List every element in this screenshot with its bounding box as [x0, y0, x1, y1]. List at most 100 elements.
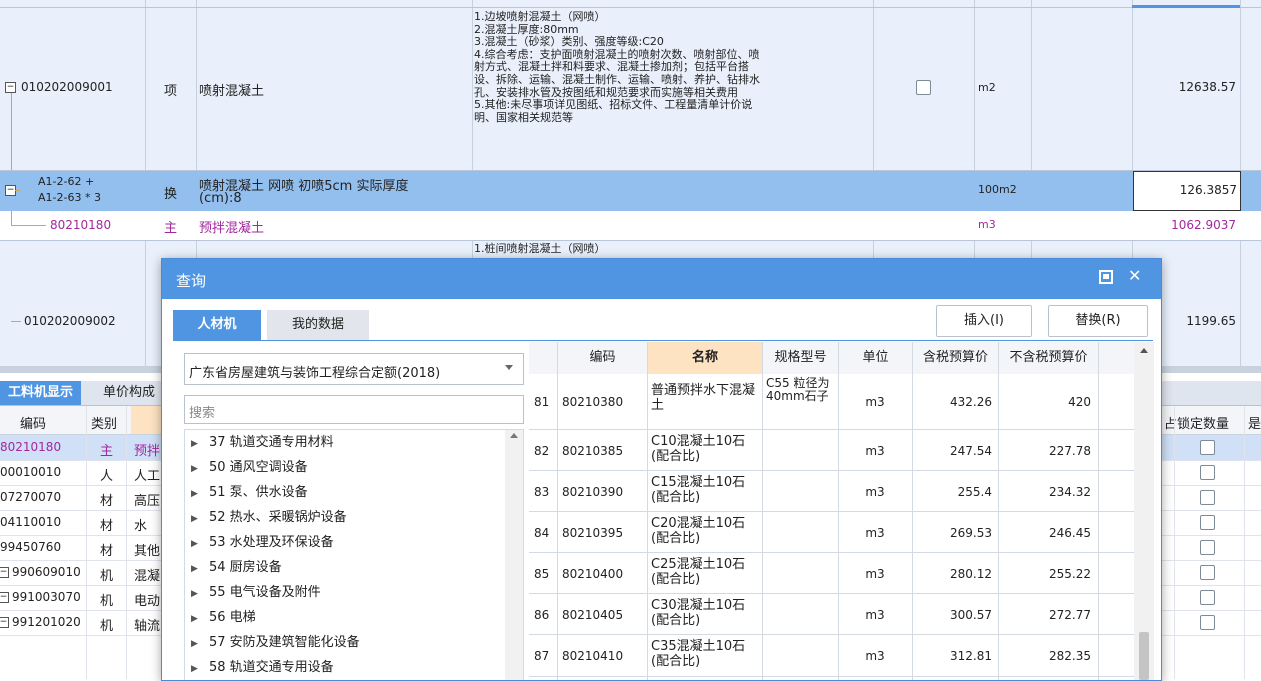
col-price-tax[interactable]: 含税预算价	[912, 342, 998, 374]
price-without-tax: 234.32	[1049, 485, 1091, 499]
tree-item[interactable]: ▶ 58 轨道交通专用设备	[191, 655, 334, 680]
lock-qty-checkbox[interactable]	[1200, 615, 1215, 630]
table-row[interactable]: 81 80210380 普通预拌水下混凝土 C55 粒径为40mm石子 m3 432.26…	[529, 374, 1154, 430]
chevron-right-icon: ▶	[191, 589, 198, 599]
col-spec[interactable]: 规格型号	[762, 342, 838, 374]
bill-unit: m2	[978, 81, 996, 94]
table-row[interactable]: 84 80210395 C20混凝土10石(配合比) m3 269.53 246.45	[529, 512, 1154, 553]
table-row[interactable]: 82 80210385 C10混凝土10石(配合比) m3 247.54 227.78	[529, 430, 1154, 471]
col-code[interactable]: 编码	[557, 342, 647, 374]
tab-unit-price[interactable]: 单价构成	[95, 381, 163, 405]
resource-name: 预拌	[134, 444, 161, 459]
tree-item[interactable]: ▶ 55 电气设备及附件	[191, 580, 321, 605]
lock-qty-checkbox[interactable]	[1200, 515, 1215, 530]
resource-code: 991003070	[12, 590, 81, 604]
replace-button[interactable]: 替换(R)	[1048, 305, 1148, 337]
col-more: 是	[1248, 417, 1261, 432]
tab-my-data[interactable]: 我的数据	[267, 310, 369, 340]
collapse-icon[interactable]: −	[0, 567, 9, 578]
resource-type: 材	[100, 494, 114, 509]
tree-scrollbar[interactable]	[505, 430, 523, 680]
scroll-up-icon	[1140, 348, 1148, 353]
table-row[interactable]: 83 80210390 C15混凝土10石(配合比) m3 255.4 234.32	[529, 471, 1154, 512]
table-row[interactable]: 87 80210410 C35混凝土10石(配合比) m3 312.81 282.35	[529, 635, 1154, 677]
col-unit[interactable]: 单位	[838, 342, 912, 374]
price-with-tax: 255.4	[957, 485, 992, 499]
material-unit: m3	[865, 649, 885, 663]
tree-item[interactable]: ▶ 51 泵、供水设备	[191, 480, 308, 505]
tree-item[interactable]: ▶ 53 水处理及环保设备	[191, 530, 334, 555]
material-name: 预拌混凝土	[199, 221, 265, 236]
resource-type: 机	[100, 594, 114, 609]
material-code: 80210180	[50, 218, 112, 232]
maximize-icon[interactable]	[1099, 270, 1113, 284]
tree-item[interactable]: ▶ 57 安防及建筑智能化设备	[191, 630, 360, 655]
material-row[interactable]: 80210180 主 预拌混凝土 m3 1062.9037	[0, 211, 1261, 241]
price-with-tax: 432.26	[950, 395, 992, 409]
material-name: C25混凝土10石(配合比)	[651, 557, 746, 587]
dialog-titlebar[interactable]: 查询 ✕	[162, 259, 1161, 299]
table-row[interactable]: 86 80210405 C30混凝土10石(配合比) m3 300.57 272.77	[529, 594, 1154, 635]
row-number: 84	[534, 526, 550, 540]
chevron-right-icon: ▶	[191, 614, 198, 624]
col-price-notax[interactable]: 不含税预算价	[998, 342, 1098, 374]
tree-item[interactable]: ▶ 52 热水、采暖锅炉设备	[191, 505, 347, 530]
quota-code-2: A1-2-63 * 3	[38, 191, 101, 204]
collapse-icon[interactable]: −	[0, 592, 9, 603]
tab-material[interactable]: 人材机	[173, 310, 261, 340]
lock-qty-checkbox[interactable]	[1200, 590, 1215, 605]
tree-item[interactable]: ▶ 37 轨道交通专用材料	[191, 430, 334, 455]
lock-qty-checkbox[interactable]	[1200, 540, 1215, 555]
tab-resource-display[interactable]: 工料机显示	[0, 381, 82, 405]
quota-type: 换	[164, 187, 178, 202]
quota-unit: 100m2	[978, 183, 1017, 196]
material-unit: m3	[865, 485, 885, 499]
lock-qty-checkbox[interactable]	[1200, 490, 1215, 505]
insert-button[interactable]: 插入(I)	[936, 305, 1032, 337]
material-name: 普通预拌水下混凝土	[651, 383, 756, 413]
table-scrollbar[interactable]	[1134, 342, 1154, 680]
price-without-tax: 272.77	[1049, 608, 1091, 622]
quantity-edit-cell[interactable]: 126.3857	[1133, 171, 1241, 211]
quota-library-select[interactable]: 广东省房屋建筑与装饰工程综合定额(2018)	[184, 353, 524, 385]
resource-code: 00010010	[0, 465, 62, 479]
search-input[interactable]: 搜索	[184, 395, 524, 424]
lock-qty-checkbox[interactable]	[1200, 440, 1215, 455]
collapse-icon[interactable]: −	[0, 617, 9, 628]
bill-checkbox[interactable]	[916, 80, 931, 95]
tree-item[interactable]: ▶ 54 厨房设备	[191, 555, 282, 580]
table-row[interactable]: 85 80210400 C25混凝土10石(配合比) m3 280.12 255.22	[529, 553, 1154, 594]
row-number: 81	[534, 395, 550, 409]
resource-name: 混凝	[134, 569, 161, 584]
close-icon[interactable]: ✕	[1128, 266, 1141, 285]
tree-item[interactable]: ▶ 50 通风空调设备	[191, 455, 308, 480]
material-unit: m3	[865, 567, 885, 581]
price-with-tax: 280.12	[950, 567, 992, 581]
scroll-thumb[interactable]	[1139, 632, 1149, 680]
resource-name: 电动	[134, 594, 161, 609]
collapse-icon[interactable]: −	[5, 82, 16, 93]
lock-qty-checkbox[interactable]	[1200, 565, 1215, 580]
material-unit: m3	[865, 395, 885, 409]
col-frag: 占	[1164, 417, 1178, 432]
resource-type: 机	[100, 619, 114, 634]
material-type: 主	[164, 221, 178, 236]
price-without-tax: 246.45	[1049, 526, 1091, 540]
bill-description-2: 1.桩间喷射混凝土（网喷）	[474, 242, 606, 255]
col-type: 类别	[91, 417, 118, 432]
scroll-up-icon	[510, 433, 518, 438]
resource-name: 其他	[134, 544, 161, 559]
lock-qty-checkbox[interactable]	[1200, 465, 1215, 480]
chevron-down-icon	[505, 365, 513, 370]
col-name[interactable]: 名称	[647, 342, 762, 374]
query-dialog: 查询 ✕ 人材机 我的数据 插入(I) 替换(R) 广东省房屋建筑与装饰工程综合…	[161, 258, 1162, 681]
tree-item[interactable]: ▶ 56 电梯	[191, 605, 256, 630]
row-number: 87	[534, 649, 550, 663]
col-code: 编码	[20, 417, 47, 432]
price-without-tax: 227.78	[1049, 444, 1091, 458]
price-without-tax: 282.35	[1049, 649, 1091, 663]
row-number: 83	[534, 485, 550, 499]
chevron-right-icon: ▶	[191, 639, 198, 649]
material-code: 80210400	[562, 567, 624, 581]
quota-row[interactable]: − A1-2-62 + A1-2-63 * 3 换 喷射混凝土 网喷 初喷5cm…	[0, 171, 1261, 211]
